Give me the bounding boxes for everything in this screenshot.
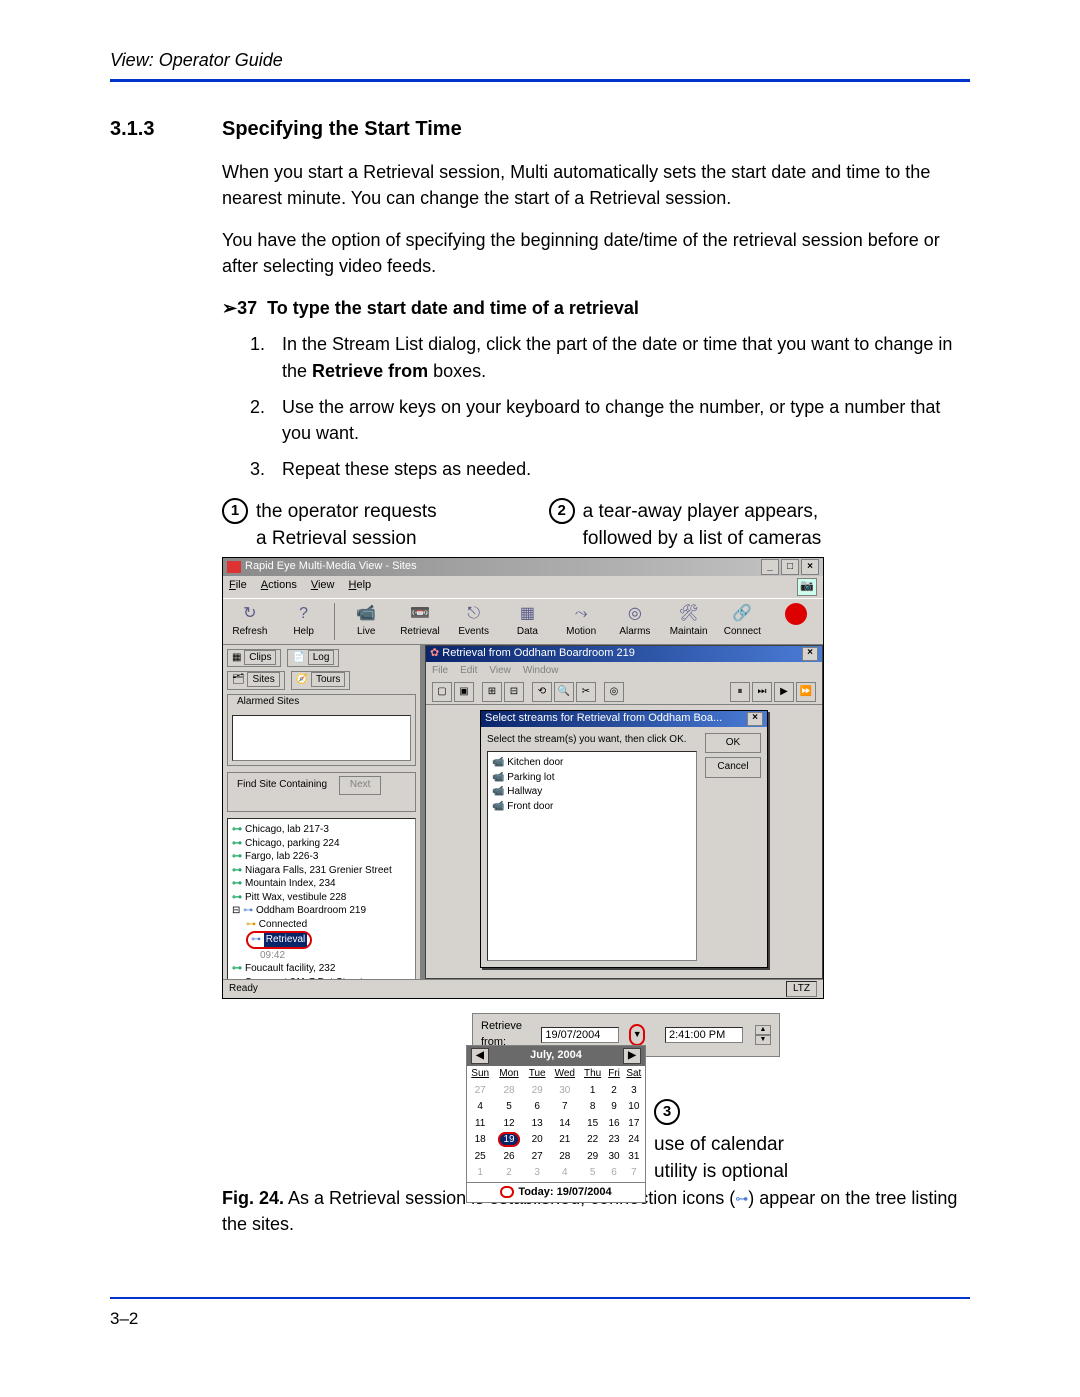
menu-file[interactable]: File <box>229 578 247 596</box>
retrieval-menubar[interactable]: File Edit View Window <box>426 662 822 681</box>
callout-2: 2 a tear-away player appears, followed b… <box>549 498 822 553</box>
motion-button[interactable]: ⤳Motion <box>558 603 604 640</box>
section-number: 3.1.3 <box>110 118 222 141</box>
retrieval-button[interactable]: 📼Retrieval <box>397 603 443 640</box>
menu-help[interactable]: Help <box>349 578 372 596</box>
paragraph-2: You have the option of specifying the be… <box>222 227 970 279</box>
cancel-button[interactable]: Cancel <box>705 757 761 778</box>
maximize-button[interactable]: □ <box>781 559 799 575</box>
paragraph-1: When you start a Retrieval session, Mult… <box>222 159 970 211</box>
menubar[interactable]: File Actions View Help 📷 <box>223 576 823 599</box>
stream-instruction: Select the stream(s) you want, then clic… <box>487 733 697 748</box>
tab-tours[interactable]: 🧭 Tours <box>291 671 351 690</box>
status-bar: Ready LTZ <box>223 979 823 998</box>
step-1: In the Stream List dialog, click the par… <box>270 331 970 383</box>
camera-icon[interactable]: 📷 <box>797 578 817 596</box>
cal-prev-button[interactable]: ◀ <box>471 1048 489 1064</box>
arrow-icon: ➢ <box>222 298 237 318</box>
menu-view[interactable]: View <box>311 578 335 596</box>
footer-rule <box>110 1297 970 1299</box>
procedure-title: ➢37 To type the start date and time of a… <box>222 295 970 321</box>
site-tree[interactable]: ⊶Chicago, lab 217-3 ⊶Chicago, parking 22… <box>227 818 416 993</box>
callout-1: 1 the operator requests a Retrieval sess… <box>222 498 437 553</box>
retrieval-title: Retrieval from Oddham Boardroom 219 <box>442 647 635 659</box>
page-header: View: Operator Guide <box>110 50 970 79</box>
calendar-selected-day[interactable]: 19 <box>493 1132 524 1149</box>
retrieval-close-button[interactable]: × <box>802 647 818 661</box>
section-title: Specifying the Start Time <box>222 118 462 141</box>
step-3: Repeat these steps as needed. <box>270 456 970 482</box>
stream-dialog: Select streams for Retrieval from Oddham… <box>480 710 768 969</box>
retrieval-toolbar[interactable]: ▢▣ ⊞⊟ ⟲🔍✂ ◎ ⏸⏭▶⏩ <box>426 680 822 705</box>
time-spinner[interactable]: ▲▼ <box>755 1025 771 1045</box>
connect-button[interactable]: 🔗Connect <box>719 603 765 640</box>
page-number: 3–2 <box>110 1309 970 1329</box>
tab-sites[interactable]: 🗂 Sites <box>227 671 285 690</box>
maintain-button[interactable]: 🛠Maintain <box>666 603 712 640</box>
left-pane: ▦ Clips 📄 Log 🗂 Sites 🧭 Tours Alarmed Si… <box>223 645 421 997</box>
refresh-button[interactable]: ↻Refresh <box>227 603 273 640</box>
events-button[interactable]: ⎋Events <box>451 603 497 640</box>
titlebar: Rapid Eye Multi-Media View - Sites _ □ × <box>223 558 823 576</box>
alarmed-sites-label: Alarmed Sites <box>234 695 302 710</box>
retrieve-time-input[interactable] <box>665 1027 743 1043</box>
tab-log[interactable]: 📄 Log <box>287 649 339 668</box>
record-button[interactable] <box>773 603 819 640</box>
header-rule <box>110 79 970 82</box>
find-label: Find Site Containing <box>234 778 330 793</box>
next-button[interactable]: Next <box>339 776 382 795</box>
playback-controls[interactable]: ⏸⏭▶⏩ <box>730 682 816 702</box>
toolbar: ↻Refresh ?Help 📹Live 📼Retrieval ⎋Events … <box>223 599 823 645</box>
minimize-button[interactable]: _ <box>761 559 779 575</box>
callout-3: 3 use of calendar utility is optional <box>654 1097 788 1186</box>
retrieve-date-input[interactable] <box>541 1027 619 1043</box>
retrieval-window: ✿ Retrieval from Oddham Boardroom 219 × … <box>425 645 823 979</box>
calendar-popup[interactable]: ◀ July, 2004 ▶ SunMonTueWedThuFriSat 272… <box>466 1045 646 1203</box>
right-pane: ✿ Retrieval from Oddham Boardroom 219 × … <box>421 645 823 997</box>
close-button[interactable]: × <box>801 559 819 575</box>
retrieval-tree-highlight: ⊶ Retrieval <box>246 931 312 949</box>
ok-button[interactable]: OK <box>705 733 761 754</box>
menu-actions[interactable]: Actions <box>261 578 297 596</box>
alarms-button[interactable]: ◎Alarms <box>612 603 658 640</box>
calendar-today[interactable]: Today: 19/07/2004 <box>467 1182 645 1203</box>
app-window: Rapid Eye Multi-Media View - Sites _ □ ×… <box>222 557 824 999</box>
data-button[interactable]: ▦Data <box>505 603 551 640</box>
help-button[interactable]: ?Help <box>281 603 327 640</box>
alarmed-sites-list[interactable] <box>232 715 411 761</box>
step-2: Use the arrow keys on your keyboard to c… <box>270 394 970 446</box>
app-icon <box>227 561 241 573</box>
cal-next-button[interactable]: ▶ <box>623 1048 641 1064</box>
live-button[interactable]: 📹Live <box>343 603 389 640</box>
tab-clips[interactable]: ▦ Clips <box>227 649 281 668</box>
stream-list[interactable]: 📹 Kitchen door 📹 Parking lot 📹 Hallway 📹… <box>487 751 697 961</box>
stream-close-button[interactable]: × <box>747 712 763 726</box>
connection-icon: ⊶ <box>735 1190 748 1209</box>
calendar-month: July, 2004 <box>530 1048 582 1064</box>
date-dropdown-button[interactable]: ▼ <box>629 1024 645 1046</box>
